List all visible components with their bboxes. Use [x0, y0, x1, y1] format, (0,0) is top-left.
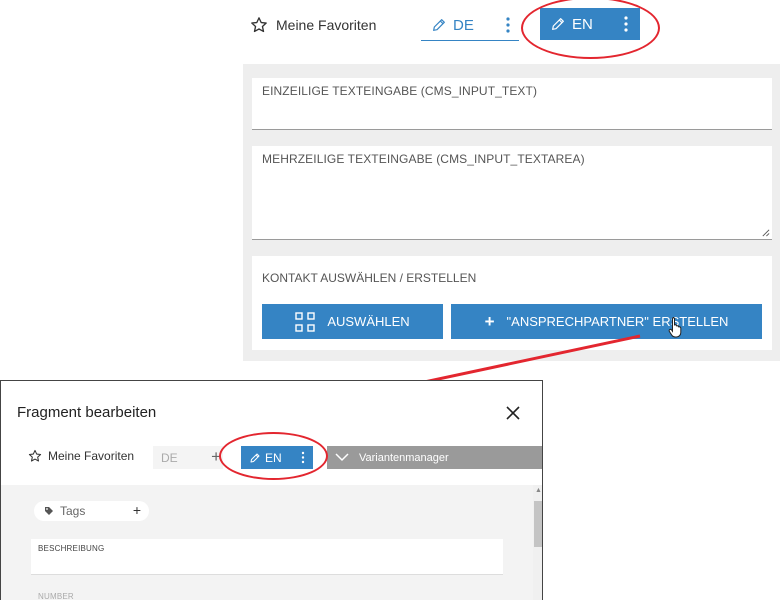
- favorites-link-dialog[interactable]: Meine Favoriten: [28, 449, 134, 463]
- kebab-menu-icon[interactable]: [623, 15, 629, 33]
- tab-de-dialog[interactable]: DE +: [153, 446, 223, 469]
- plus-icon: +: [484, 311, 495, 331]
- tab-de-label: DE: [453, 16, 474, 34]
- plus-icon[interactable]: +: [211, 447, 221, 467]
- variant-manager-label: Variantenmanager: [359, 451, 449, 464]
- tags-chip[interactable]: Tags +: [34, 501, 149, 521]
- select-button[interactable]: AUSWÄHLEN: [262, 304, 443, 339]
- grid-icon: [295, 311, 316, 332]
- tab-de-top[interactable]: DE: [421, 10, 519, 41]
- pencil-icon: [433, 19, 445, 31]
- pencil-icon: [250, 453, 260, 462]
- favorites-label-dialog: Meine Favoriten: [48, 449, 135, 463]
- tab-en-dialog[interactable]: EN: [241, 446, 313, 469]
- pencil-icon: [552, 18, 564, 30]
- scroll-up-icon[interactable]: ▲: [535, 487, 542, 494]
- favorites-link-top[interactable]: Meine Favoriten: [250, 14, 376, 36]
- star-icon: [251, 17, 267, 33]
- plus-icon[interactable]: +: [133, 502, 141, 518]
- single-line-text-field[interactable]: EINZEILIGE TEXTEINGABE (CMS_INPUT_TEXT): [252, 78, 772, 130]
- description-field[interactable]: BESCHREIBUNG: [31, 539, 503, 575]
- tab-en-dialog-label: EN: [265, 450, 282, 465]
- variant-manager-toggle[interactable]: Variantenmanager: [327, 446, 542, 469]
- create-contact-button[interactable]: + "ANSPRECHPARTNER" ERSTELLEN: [451, 304, 762, 339]
- kebab-menu-icon[interactable]: [505, 16, 511, 34]
- tags-label: Tags: [60, 504, 86, 518]
- kebab-menu-icon[interactable]: [301, 451, 305, 464]
- hand-cursor-icon: [668, 317, 682, 338]
- tab-de-dialog-label: DE: [161, 450, 178, 465]
- select-button-label: AUSWÄHLEN: [327, 314, 410, 329]
- chevron-down-icon: [335, 453, 349, 462]
- close-icon[interactable]: [506, 406, 520, 420]
- field-label-multi: MEHRZEILIGE TEXTEINGABE (CMS_INPUT_TEXTA…: [262, 152, 585, 166]
- scrollbar-thumb[interactable]: [534, 501, 542, 547]
- field-label-single: EINZEILIGE TEXTEINGABE (CMS_INPUT_TEXT): [262, 84, 538, 98]
- tab-en-top[interactable]: EN: [540, 8, 640, 40]
- star-icon: [28, 449, 42, 462]
- dialog-title: Fragment bearbeiten: [17, 404, 157, 421]
- multi-line-textarea[interactable]: [262, 170, 762, 237]
- contact-label: KONTAKT AUSWÄHLEN / ERSTELLEN: [262, 271, 477, 285]
- multi-line-text-field[interactable]: MEHRZEILIGE TEXTEINGABE (CMS_INPUT_TEXTA…: [252, 146, 772, 240]
- favorites-label: Meine Favoriten: [276, 17, 377, 33]
- create-button-label: "ANSPRECHPARTNER" ERSTELLEN: [506, 314, 729, 329]
- description-label: BESCHREIBUNG: [38, 544, 105, 553]
- single-line-input[interactable]: [262, 102, 762, 127]
- tab-en-label: EN: [572, 15, 593, 33]
- resize-grip-icon[interactable]: [761, 228, 770, 237]
- number-label: NUMBER: [38, 592, 74, 600]
- tag-icon: [45, 507, 53, 515]
- edit-fragment-dialog: Fragment bearbeiten Meine Favoriten DE +…: [0, 380, 543, 600]
